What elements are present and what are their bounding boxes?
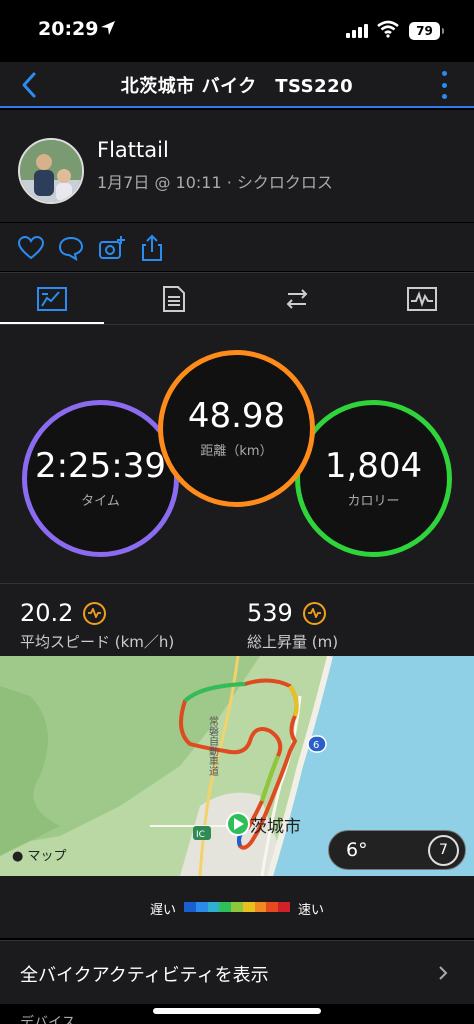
legend-swatch-6 [254, 902, 267, 912]
distance-ring[interactable]: 48.98 距離（km） [158, 350, 315, 507]
distance-label: 距離（km） [200, 443, 273, 459]
maps-attribution-text: マップ [27, 849, 67, 864]
tab-overview[interactable] [0, 273, 104, 325]
route-badge-text: 6 [313, 740, 319, 751]
calories-value: 1,804 [324, 446, 423, 487]
home-indicator[interactable] [153, 1008, 321, 1014]
apple-logo-icon: ● [12, 849, 24, 864]
elevation-value: 539 [247, 599, 293, 627]
road-label: 常磐自動車道 [207, 715, 219, 776]
temperature-value: 6° [346, 839, 368, 861]
comment-icon[interactable] [56, 233, 86, 263]
legend-swatch-4 [231, 902, 243, 912]
chart-icon [407, 287, 437, 311]
city-label: 茨城市 [250, 817, 301, 837]
user-name[interactable]: Flattail [97, 138, 169, 162]
status-time: 20:29 [38, 18, 99, 40]
time-ring[interactable]: 2:25:39 タイム [22, 400, 179, 557]
legend-swatch-8 [278, 902, 291, 912]
avatar[interactable] [18, 138, 84, 204]
start-flag-icon [226, 812, 250, 836]
tab-charts[interactable] [370, 273, 474, 325]
more-options-button[interactable] [440, 71, 448, 99]
legend-swatch-0 [184, 902, 196, 912]
add-photo-icon[interactable] [97, 233, 127, 263]
calories-label: カロリー [347, 493, 400, 509]
legend-slow-label: 遅い [150, 903, 177, 918]
avatar-photo-icon [20, 140, 82, 202]
wifi-icon [377, 20, 399, 38]
chevron-right-icon [439, 966, 448, 980]
device-section-label: デバイス [20, 1015, 76, 1024]
wind-speed: 7 [439, 842, 448, 858]
document-icon [163, 286, 185, 312]
ic-badge-text: IC [196, 830, 205, 840]
legend-swatch-3 [219, 902, 232, 912]
legend-swatch-2 [207, 902, 220, 912]
nav-bar: 北茨城市 バイク TSS220 [0, 62, 474, 108]
legend-fast-label: 速い [298, 903, 325, 918]
avg-speed-label: 平均スピード (km／h) [20, 633, 175, 651]
all-activities-label: 全バイクアクティビティを表示 [20, 965, 269, 986]
battery-indicator: 79 [409, 22, 444, 40]
time-label: タイム [81, 493, 120, 509]
legend-swatch-7 [266, 902, 279, 912]
heart-icon[interactable] [16, 233, 46, 263]
activity-header: Flattail 1月7日 @ 10:11 · シクロクロス [0, 110, 474, 222]
route-map[interactable]: 茨城市 常磐自動車道 6 IC ● マップ 6° 7 [0, 656, 474, 876]
legend-swatch-1 [195, 902, 208, 912]
share-icon[interactable] [137, 233, 167, 263]
speed-color-bar [184, 902, 291, 912]
avg-speed-metric[interactable]: 20.2 平均スピード (km／h) [20, 599, 174, 652]
legend-swatch-5 [242, 902, 255, 912]
speed-legend: 遅い 速い [0, 876, 474, 938]
wind-dial-icon: 7 [428, 835, 459, 866]
back-arrow-icon[interactable] [16, 70, 44, 100]
location-arrow-icon [101, 21, 115, 35]
elevation-label: 総上昇量 (m) [247, 633, 339, 651]
weather-widget[interactable]: 6° 7 [328, 830, 466, 870]
distance-value: 48.98 [187, 396, 286, 437]
maps-attribution: ● マップ [12, 845, 67, 864]
all-activities-link[interactable]: 全バイクアクティビティを表示 [0, 940, 474, 1004]
training-effect-icon [302, 601, 326, 625]
laps-icon [286, 289, 308, 309]
time-value: 2:25:39 [34, 446, 167, 487]
status-bar: 20:29 79 [0, 0, 474, 62]
tab-laps[interactable] [245, 273, 349, 325]
training-effect-icon [83, 601, 107, 625]
cellular-signal-icon [346, 24, 368, 38]
stats-panel: 2:25:39 タイム 1,804 カロリー 48.98 距離（km） 20.2… [0, 324, 474, 658]
calories-ring[interactable]: 1,804 カロリー [295, 400, 452, 557]
page-title: 北茨城市 バイク TSS220 [120, 76, 354, 97]
activity-meta: 1月7日 @ 10:11 · シクロクロス [97, 173, 333, 192]
tab-stats[interactable] [122, 273, 226, 325]
tab-bar [0, 272, 474, 325]
overview-icon [37, 287, 67, 311]
action-bar [0, 223, 474, 271]
avg-speed-value: 20.2 [20, 599, 74, 627]
divider [0, 583, 474, 584]
elevation-metric[interactable]: 539 総上昇量 (m) [247, 599, 338, 652]
